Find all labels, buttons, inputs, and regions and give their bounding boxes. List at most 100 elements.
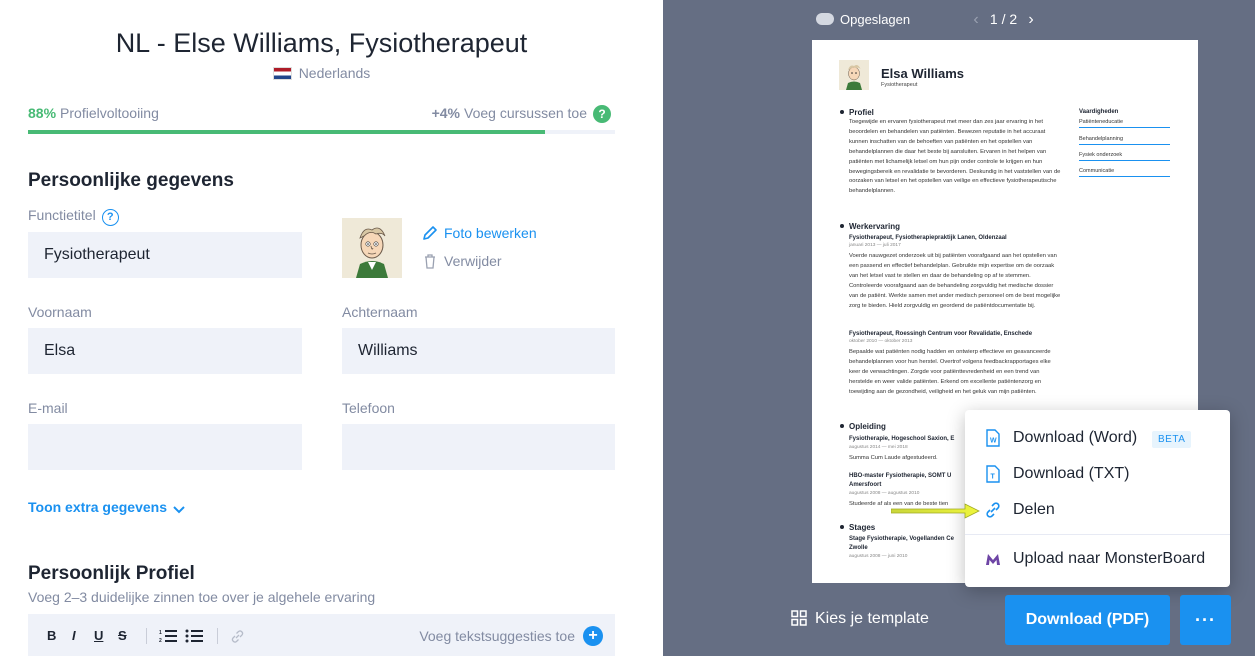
graduation-cap-icon [840, 424, 844, 428]
personal-profile-heading: Persoonlijk Profiel [28, 563, 195, 584]
language-label: Nederlands [298, 65, 371, 81]
phone-label: Telefoon [342, 400, 395, 416]
cv-skill-item: Behandelplanning [1079, 136, 1170, 145]
cv-profile-heading-text: Profiel [849, 108, 874, 117]
first-name-field[interactable] [28, 328, 302, 374]
add-suggestion-icon[interactable]: + [583, 626, 603, 646]
rich-text-toolbar: B I U S 12 Voeg tekstsuggesties toe + [28, 614, 615, 656]
svg-text:W: W [990, 438, 997, 445]
strikethrough-button[interactable]: S [118, 628, 127, 643]
cv-avatar-illustration [839, 60, 869, 90]
share-label: Delen [1013, 501, 1055, 518]
cv-job-title: Fysiotherapeut [881, 82, 918, 88]
cv-intern-1-date: augustus 2008 — juni 2010 [849, 554, 908, 559]
cv-avatar [839, 60, 869, 90]
cv-experience-heading-text: Werkervaring [849, 222, 900, 231]
numbered-list-icon[interactable]: 12 [159, 629, 177, 643]
grid-icon [791, 610, 807, 626]
language-selector[interactable]: Nederlands [0, 65, 643, 81]
job-title-field[interactable] [28, 232, 302, 278]
email-field[interactable] [28, 424, 302, 470]
text-suggestions-label[interactable]: Voeg tekstsuggesties toe [419, 628, 575, 644]
document-title[interactable]: NL - Else Williams, Fysiotherapeut [0, 28, 643, 59]
page-navigator: ‹ 1 / 2 › [966, 11, 1041, 29]
cv-skill-item: Patiënteneducatie [1079, 119, 1170, 128]
delete-photo-button[interactable]: Verwijder [422, 253, 502, 269]
cv-internship-heading: Stages [840, 523, 875, 532]
cv-skills-heading: Vaardigheden [1079, 109, 1119, 115]
choose-template-button[interactable]: Kies je template [791, 610, 929, 628]
link-icon[interactable] [230, 629, 245, 644]
previous-page-button[interactable]: ‹ [966, 11, 986, 29]
toolbar-divider [146, 628, 147, 644]
personal-profile-hint: Voeg 2–3 duidelijke zinnen toe over je a… [28, 589, 376, 605]
cv-internship-heading-text: Stages [849, 523, 876, 532]
profile-completion: 88% Profielvoltooiing +4% Voeg cursussen t… [28, 105, 615, 125]
cv-job-1-text: Voerde nauwgezet onderzoek uit bij patië… [849, 253, 1061, 309]
cloud-check-icon [816, 13, 834, 25]
cv-job-1-title: Fysiotherapeut, Fysiotherapiepraktijk La… [849, 235, 1007, 241]
cv-job-2-date: oktober 2010 — oktober 2013 [849, 339, 913, 344]
upload-monsterboard-label: Upload naar MonsterBoard [1013, 550, 1206, 567]
show-extra-details-label: Toon extra gegevens [28, 499, 168, 515]
completion-label: Profielvoltooiing [60, 105, 159, 121]
download-txt-label: Download (TXT) [1013, 465, 1130, 482]
download-word-label: Download (Word) [1013, 429, 1138, 446]
edit-photo-button[interactable]: Foto bewerken [422, 225, 537, 241]
svg-text:2: 2 [159, 638, 162, 643]
word-file-icon: W [986, 429, 1000, 447]
share-item[interactable]: Delen [965, 492, 1230, 528]
cv-profile-heading: Profiel [840, 108, 874, 117]
download-txt-item[interactable]: T Download (TXT) [965, 456, 1230, 492]
cv-job-2-title: Fysiotherapeut, Roessingh Centrum voor R… [849, 331, 1033, 337]
save-status-label: Opgeslagen [840, 12, 911, 27]
delete-photo-label: Verwijder [444, 253, 502, 269]
briefcase-icon [840, 224, 844, 228]
cv-job-2-text: Bepaalde wat patiënten nodig hadden en o… [849, 349, 1051, 395]
completion-tip-label: Voeg cursussen toe [464, 105, 587, 121]
svg-text:1: 1 [159, 630, 162, 636]
first-name-label: Voornaam [28, 304, 92, 320]
cv-experience-heading: Werkervaring [840, 222, 900, 231]
completion-progress-fill [28, 130, 545, 134]
underline-button[interactable]: U [94, 628, 103, 643]
cv-profile-text: Toegewijde en ervaren fysiotherapeut met… [849, 119, 1061, 195]
job-title-help-icon[interactable]: ? [101, 209, 119, 226]
download-word-item[interactable]: W Download (Word) BETA [965, 420, 1230, 456]
show-extra-details-link[interactable]: Toon extra gegevens [28, 499, 185, 515]
highlight-arrow-icon [891, 503, 980, 519]
bold-button[interactable]: B [47, 628, 56, 643]
netherlands-flag-icon [272, 67, 292, 80]
bullet-list-icon[interactable] [185, 629, 203, 643]
upload-monsterboard-item[interactable]: Upload naar MonsterBoard [965, 541, 1230, 577]
job-title-label: Functietitel? [28, 207, 119, 226]
toolbar-divider [217, 628, 218, 644]
next-page-button[interactable]: › [1021, 11, 1041, 29]
cv-job-1-date: januari 2013 — juli 2017 [849, 243, 901, 248]
more-options-button[interactable]: ··· [1180, 595, 1231, 645]
cv-skill-item: Fysiek onderzoek [1079, 152, 1170, 161]
cv-name: Elsa Williams [881, 66, 964, 81]
avatar[interactable] [342, 218, 402, 278]
svg-text:T: T [991, 474, 996, 481]
italic-button[interactable]: I [72, 628, 76, 643]
cv-skill-item: Communicatie [1079, 168, 1170, 177]
last-name-field[interactable] [342, 328, 615, 374]
completion-help-icon[interactable]: ? [593, 105, 611, 123]
cv-edu-1-date: augustus 2014 — mei 2018 [849, 445, 908, 450]
cv-edu-2-date: augustus 2008 — augustus 2010 [849, 491, 920, 496]
completion-percent: 88% [28, 105, 57, 121]
completion-tip[interactable]: +4% Voeg cursussen toe [432, 105, 587, 121]
cv-education-heading: Opleiding [840, 422, 886, 431]
save-status: Opgeslagen [816, 12, 910, 27]
txt-file-icon: T [986, 465, 1000, 483]
completion-bonus: +4% [431, 105, 461, 121]
download-pdf-button[interactable]: Download (PDF) [1005, 595, 1170, 645]
menu-divider [965, 534, 1230, 535]
page-indicator: 1 / 2 [989, 11, 1018, 27]
phone-field[interactable] [342, 424, 615, 470]
job-title-label-text: Functietitel [28, 207, 96, 223]
resume-editor-panel: NL - Else Williams, Fysiotherapeut Neder… [0, 0, 663, 656]
trash-icon [425, 254, 435, 269]
email-label: E-mail [28, 400, 68, 416]
